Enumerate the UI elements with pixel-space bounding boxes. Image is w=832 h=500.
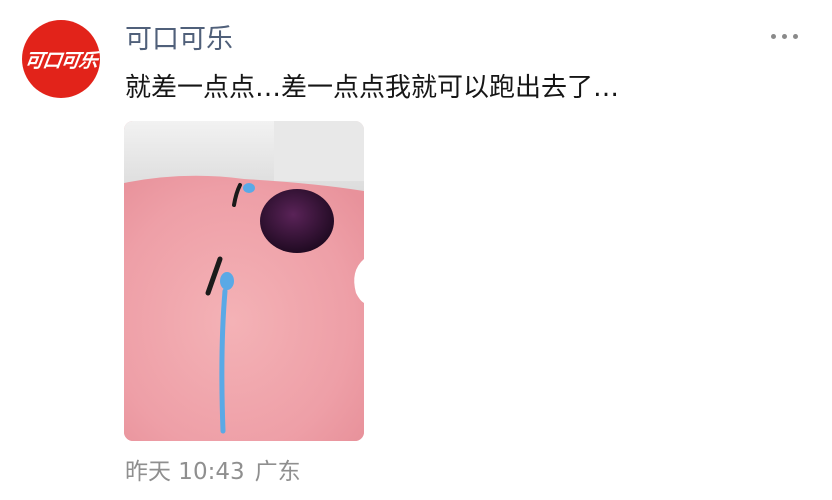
- author-name[interactable]: 可口可乐: [125, 20, 233, 60]
- background-shelf: [274, 121, 364, 181]
- sperm-head-small: [243, 183, 255, 193]
- more-dot: [793, 34, 798, 39]
- dark-hole: [260, 189, 334, 253]
- post-location[interactable]: 广东: [255, 459, 301, 485]
- more-dot: [782, 34, 787, 39]
- post-image-illustration: [124, 121, 364, 441]
- post-meta: 昨天 10:43 广东: [125, 454, 301, 490]
- more-dot: [771, 34, 776, 39]
- sperm-head-large: [220, 272, 234, 290]
- post-time: 昨天 10:43: [125, 459, 245, 485]
- author-avatar[interactable]: 可口可乐: [22, 20, 100, 98]
- post-image[interactable]: [124, 121, 364, 441]
- more-options-icon[interactable]: [771, 34, 798, 39]
- post-text: 就差一点点…差一点点我就可以跑出去了…: [125, 73, 620, 103]
- coca-cola-logo: 可口可乐: [23, 49, 99, 72]
